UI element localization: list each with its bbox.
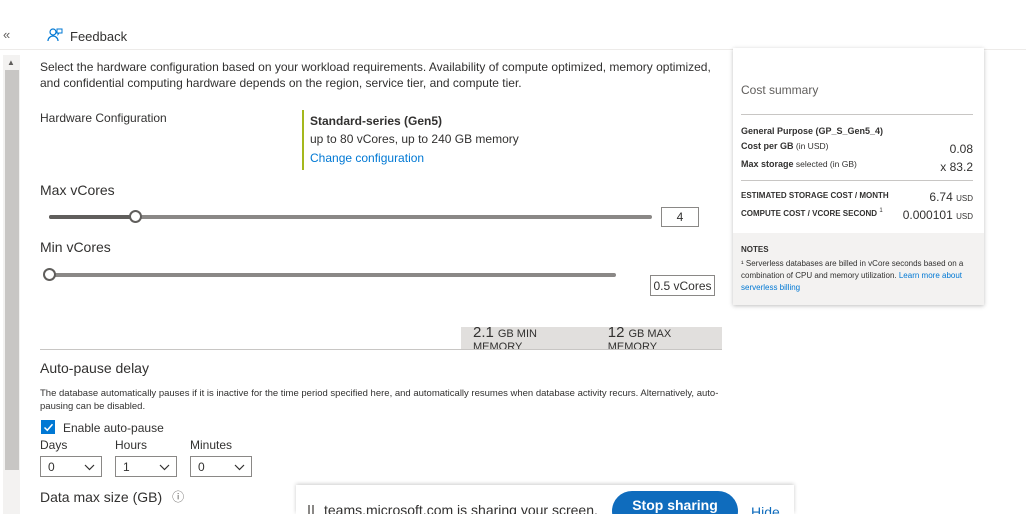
data-max-size: Data max size (GB) ⓘ bbox=[40, 488, 184, 505]
hardware-config-label: Hardware Configuration bbox=[40, 111, 167, 125]
compute-cost-label: COMPUTE COST / VCORE SECOND 1 bbox=[741, 208, 883, 218]
compute-cost: 0.000101 USD bbox=[903, 208, 973, 222]
cost-divider bbox=[741, 180, 973, 181]
max-vcores-label: Max vCores bbox=[40, 182, 115, 198]
minutes-label: Minutes bbox=[190, 438, 233, 452]
hardware-series-title: Standard-series (Gen5) bbox=[310, 114, 443, 128]
scroll-up-icon[interactable]: ▲ bbox=[7, 58, 15, 67]
cost-divider bbox=[741, 114, 973, 115]
minutes-value: 0 bbox=[198, 459, 205, 474]
notes-body: ¹ Serverless databases are billed in vCo… bbox=[741, 259, 964, 292]
max-storage-value: x 83.2 bbox=[940, 160, 973, 174]
enable-autopause-checkbox[interactable] bbox=[41, 420, 55, 434]
hide-button[interactable]: Hide bbox=[751, 504, 780, 514]
feedback-label: Feedback bbox=[70, 29, 128, 44]
min-vcores-slider-track[interactable] bbox=[49, 273, 616, 277]
days-label: Days bbox=[40, 438, 68, 452]
max-vcores-slider-thumb[interactable] bbox=[129, 210, 143, 223]
storage-cost-currency: USD bbox=[956, 194, 973, 203]
change-configuration-link[interactable]: Change configuration bbox=[310, 149, 562, 168]
notes-title: NOTES bbox=[741, 245, 769, 254]
feedback-icon bbox=[47, 27, 63, 46]
max-vcores-input[interactable]: 4 bbox=[661, 207, 699, 227]
data-max-size-label: Data max size (GB) bbox=[40, 488, 163, 505]
min-vcores-slider-thumb[interactable] bbox=[43, 268, 56, 281]
feedback-button[interactable]: Feedback bbox=[47, 27, 127, 46]
storage-cost-label: ESTIMATED STORAGE COST / MONTH bbox=[741, 191, 889, 200]
hardware-series-subtitle: up to 80 vCores, up to 240 GB memory bbox=[310, 132, 519, 146]
min-vcores-value[interactable]: 0.5 vCores bbox=[650, 275, 715, 296]
scrollbar-thumb[interactable] bbox=[5, 70, 19, 470]
share-message: teams.microsoft.com is sharing your scre… bbox=[324, 502, 598, 514]
autopause-title: Auto-pause delay bbox=[40, 360, 149, 376]
drag-handle-icon[interactable] bbox=[308, 505, 314, 514]
checkmark-icon bbox=[43, 423, 53, 431]
chevron-down-icon bbox=[159, 460, 170, 474]
memory-divider bbox=[40, 349, 722, 350]
hours-dropdown[interactable]: 1 bbox=[115, 456, 177, 477]
chevron-down-icon bbox=[84, 460, 95, 474]
cost-summary-panel: Cost summary General Purpose (GP_S_Gen5_… bbox=[733, 48, 984, 305]
cost-per-gb-label: Cost per GB (in USD) bbox=[741, 141, 829, 151]
max-memory-value: 12 bbox=[607, 323, 625, 341]
enable-autopause-label: Enable auto-pause bbox=[63, 421, 164, 435]
compute-cost-value: 0.000101 bbox=[902, 208, 953, 222]
collapse-panel-icon[interactable]: « bbox=[3, 27, 10, 42]
hours-value: 1 bbox=[123, 459, 130, 474]
hours-label: Hours bbox=[115, 438, 148, 452]
storage-cost: 6.74 USD bbox=[929, 190, 973, 204]
screen-share-bar: teams.microsoft.com is sharing your scre… bbox=[296, 485, 794, 514]
hardware-intro-text: Select the hardware configuration based … bbox=[40, 60, 711, 90]
days-value: 0 bbox=[48, 459, 55, 474]
stop-sharing-button[interactable]: Stop sharing bbox=[612, 491, 738, 514]
min-memory-value: 2.1 bbox=[473, 323, 494, 341]
min-vcores-label: Min vCores bbox=[40, 239, 111, 255]
hardware-config-box: Standard-series (Gen5) up to 80 vCores, … bbox=[302, 110, 562, 170]
autopause-description: The database automatically pauses if it … bbox=[40, 388, 719, 412]
cost-summary-title: Cost summary bbox=[741, 83, 819, 97]
max-vcores-slider-fill bbox=[49, 215, 136, 219]
info-icon[interactable]: ⓘ bbox=[172, 488, 184, 505]
memory-summary-bar: 2.1 GB MIN MEMORY 12 GB MAX MEMORY bbox=[461, 323, 722, 353]
cost-tier: General Purpose (GP_S_Gen5_4) bbox=[741, 126, 884, 136]
days-dropdown[interactable]: 0 bbox=[40, 456, 102, 477]
storage-cost-value: 6.74 bbox=[929, 190, 953, 204]
max-storage-label: Max storage selected (in GB) bbox=[741, 159, 857, 169]
minutes-dropdown[interactable]: 0 bbox=[190, 456, 252, 477]
chevron-down-icon bbox=[234, 460, 245, 474]
cost-per-gb-value: 0.08 bbox=[949, 142, 973, 156]
compute-cost-currency: USD bbox=[956, 212, 973, 221]
